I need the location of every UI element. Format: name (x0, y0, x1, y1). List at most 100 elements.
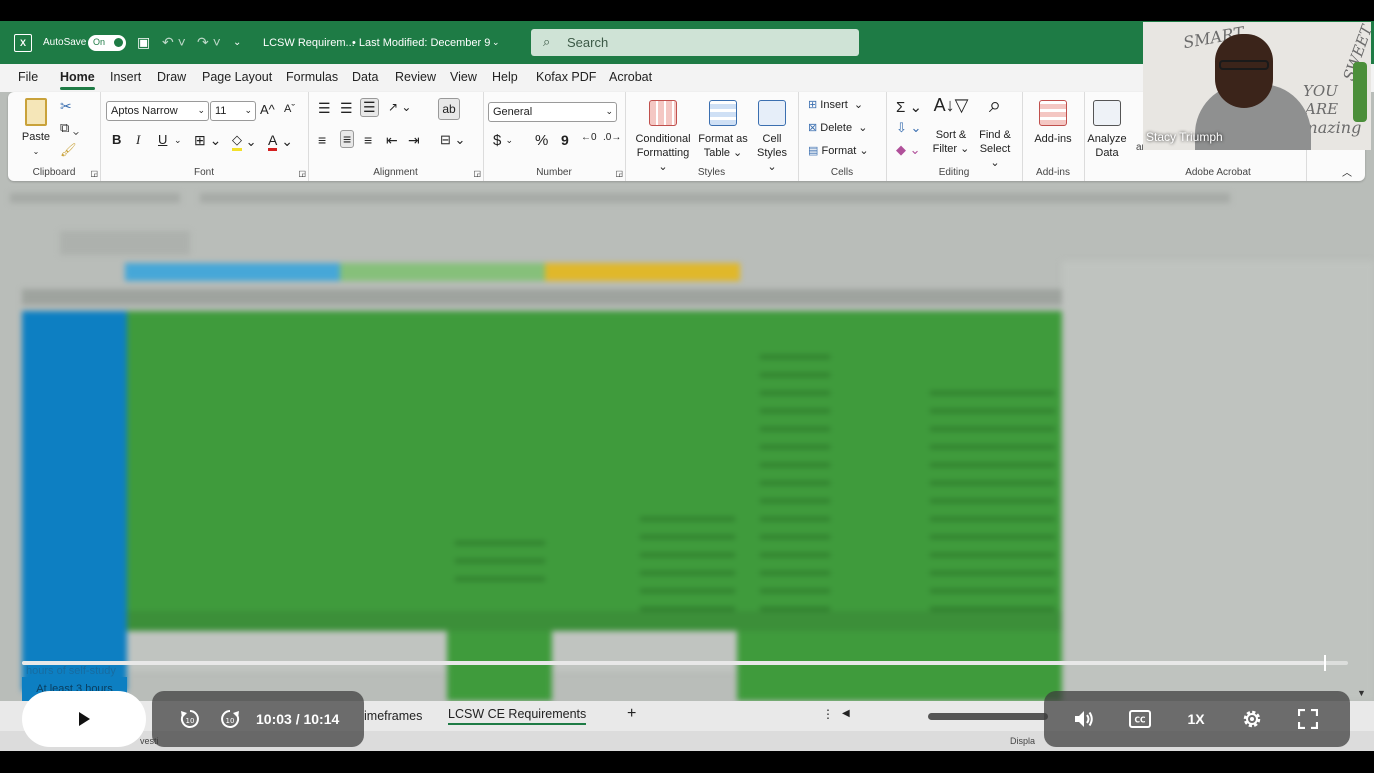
wrap-text-icon[interactable]: ab (438, 98, 460, 120)
dialog-launcher-icon[interactable]: ◲ (90, 169, 98, 178)
autosum-icon[interactable]: Σ ⌄ (896, 98, 922, 116)
number-format-select[interactable]: General ⌄ (488, 102, 617, 122)
scroll-left-icon[interactable]: ◀ (842, 708, 850, 719)
volume-icon[interactable] (1066, 691, 1102, 747)
conditional-label-2: Formatting (636, 147, 690, 159)
font-color-icon[interactable]: A ⌄ (268, 132, 293, 151)
tab-insert[interactable]: Insert (110, 70, 141, 84)
conditional-formatting-button[interactable]: Conditional Formatting ⌄ (631, 100, 695, 174)
closed-captions-icon[interactable]: CC (1122, 691, 1158, 747)
align-top-icon[interactable]: ☰ (318, 100, 331, 117)
rewind-10-icon[interactable]: 10 (174, 691, 206, 747)
chevron-down-icon[interactable]: ⌄ (174, 135, 182, 146)
format-as-table-button[interactable]: Format as Table ⌄ (697, 100, 749, 160)
increase-indent-icon[interactable]: ⇥ (408, 132, 420, 149)
shrink-font-button[interactable]: Aˇ (284, 103, 295, 115)
font-size-select[interactable]: 11 ⌄ (210, 101, 256, 121)
fill-color-icon[interactable]: ◇ ⌄ (232, 132, 257, 151)
play-button[interactable] (22, 691, 146, 747)
orientation-icon[interactable]: ↗ ⌄ (388, 100, 411, 114)
horizontal-scrollbar[interactable] (928, 713, 1048, 720)
cells-group: ⊞ Insert ⌄ ⊠ Delete ⌄ ▤ Format ⌄ Cells (798, 92, 887, 181)
comma-button[interactable]: 9 (561, 132, 569, 148)
dialog-launcher-icon[interactable]: ◲ (615, 169, 623, 178)
percent-button[interactable]: % (535, 132, 548, 149)
dialog-launcher-icon[interactable]: ◲ (298, 169, 306, 178)
conditional-label: Conditional (635, 133, 691, 145)
playback-speed-button[interactable]: 1X (1178, 691, 1214, 747)
find-select-button[interactable]: ⌕ Find & Select ⌄ (974, 94, 1016, 170)
sort-label-2: Filter (932, 143, 958, 155)
delete-cells-button[interactable]: ⊠ Delete ⌄ (808, 121, 867, 135)
sheet-tab-active[interactable]: LCSW CE Requirements (448, 707, 587, 725)
align-center-icon[interactable]: ≡ (340, 130, 355, 148)
progress-handle[interactable] (1324, 655, 1327, 671)
decrease-indent-icon[interactable]: ⇤ (386, 132, 398, 149)
increase-decimal-icon[interactable]: ←0 (581, 132, 597, 143)
paste-button[interactable]: Paste ⌄ (16, 98, 56, 159)
borders-icon[interactable]: ⊞ ⌄ (194, 132, 221, 149)
right-columns-blur (1062, 261, 1374, 701)
analyze-data-button[interactable]: Analyze Data (1084, 100, 1130, 160)
cell-styles-button[interactable]: Cell Styles ⌄ (751, 100, 793, 174)
copy-icon[interactable]: ⧉ ⌄ (60, 120, 79, 136)
document-title[interactable]: LCSW Requirem... (263, 21, 355, 64)
chevron-down-icon[interactable]: ⌄ (492, 21, 500, 64)
tab-page-layout[interactable]: Page Layout (202, 70, 272, 84)
tab-acrobat[interactable]: Acrobat (609, 70, 652, 84)
insert-cells-button[interactable]: ⊞ Insert ⌄ (808, 98, 863, 112)
redo-icon[interactable]: ↷ ˅ (197, 21, 221, 64)
align-middle-icon[interactable]: ☰ (340, 100, 353, 117)
align-bottom-icon[interactable]: ☰ (360, 98, 379, 117)
add-sheet-icon[interactable]: + (627, 705, 636, 723)
fill-icon[interactable]: ⇩ ⌄ (896, 120, 921, 136)
tab-review[interactable]: Review (395, 70, 436, 84)
tab-help[interactable]: Help (492, 70, 518, 84)
fullscreen-icon[interactable] (1290, 691, 1326, 747)
autosave-toggle[interactable]: On (88, 21, 126, 64)
bold-button[interactable]: B (112, 132, 121, 147)
underline-button[interactable]: U (158, 132, 167, 147)
customize-toolbar-icon[interactable]: ⌄ (233, 21, 241, 64)
format-cells-button[interactable]: ▤ Format ⌄ (808, 144, 869, 158)
search-placeholder: Search (567, 35, 609, 50)
more-icon[interactable]: ⋮ (822, 707, 834, 721)
cut-icon[interactable]: ✂ (60, 98, 72, 115)
tab-file[interactable]: File (18, 70, 38, 84)
sort-filter-button[interactable]: A↓▽ Sort & Filter ⌄ (932, 96, 970, 156)
clear-icon[interactable]: ◆ ⌄ (896, 142, 921, 158)
search-input[interactable]: ⌕ Search (531, 29, 859, 56)
cell-text-self-study: hours of self-study (26, 665, 116, 677)
vertical-scroll-arrow-icon[interactable]: ▼ (1357, 688, 1366, 698)
align-right-icon[interactable]: ≡ (364, 132, 372, 148)
addins-button-label: Add-ins (1034, 133, 1072, 145)
decrease-decimal-icon[interactable]: .0→ (603, 132, 621, 143)
tab-home[interactable]: Home (60, 70, 95, 90)
tab-formulas[interactable]: Formulas (286, 70, 338, 84)
addins-button[interactable]: Add-ins (1026, 100, 1080, 146)
save-icon[interactable]: ▣ (137, 21, 150, 64)
italic-button[interactable]: I (136, 132, 140, 148)
tab-kofax-pdf[interactable]: Kofax PDF (536, 70, 596, 84)
forward-10-icon[interactable]: 10 (214, 691, 246, 747)
dialog-launcher-icon[interactable]: ◲ (473, 169, 481, 178)
grow-font-button[interactable]: A^ (260, 102, 275, 117)
format-painter-icon[interactable]: 🖌 (60, 142, 77, 158)
video-progress-bar[interactable] (22, 655, 1348, 671)
tab-data[interactable]: Data (352, 70, 378, 84)
currency-button[interactable]: $ ⌄ (493, 132, 513, 149)
align-left-icon[interactable]: ≡ (318, 132, 326, 148)
sheet-tab-partial[interactable]: imeframes (364, 709, 422, 723)
tab-draw[interactable]: Draw (157, 70, 186, 84)
tab-view[interactable]: View (450, 70, 477, 84)
analyze-label-2: Data (1095, 147, 1119, 159)
green-lower-block (127, 611, 1062, 631)
undo-icon[interactable]: ↶ ˅ (162, 21, 186, 64)
collapse-ribbon-icon[interactable]: ︿ (1342, 164, 1352, 179)
spreadsheet-grid[interactable] (0, 181, 1374, 701)
display-settings-button[interactable]: Displa (1010, 736, 1035, 746)
settings-gear-icon[interactable] (1234, 691, 1270, 747)
last-modified[interactable]: • Last Modified: December 9 (352, 21, 490, 64)
merge-center-icon[interactable]: ⊟ ⌄ (440, 132, 465, 148)
font-name-select[interactable]: Aptos Narrow ⌄ (106, 101, 209, 121)
